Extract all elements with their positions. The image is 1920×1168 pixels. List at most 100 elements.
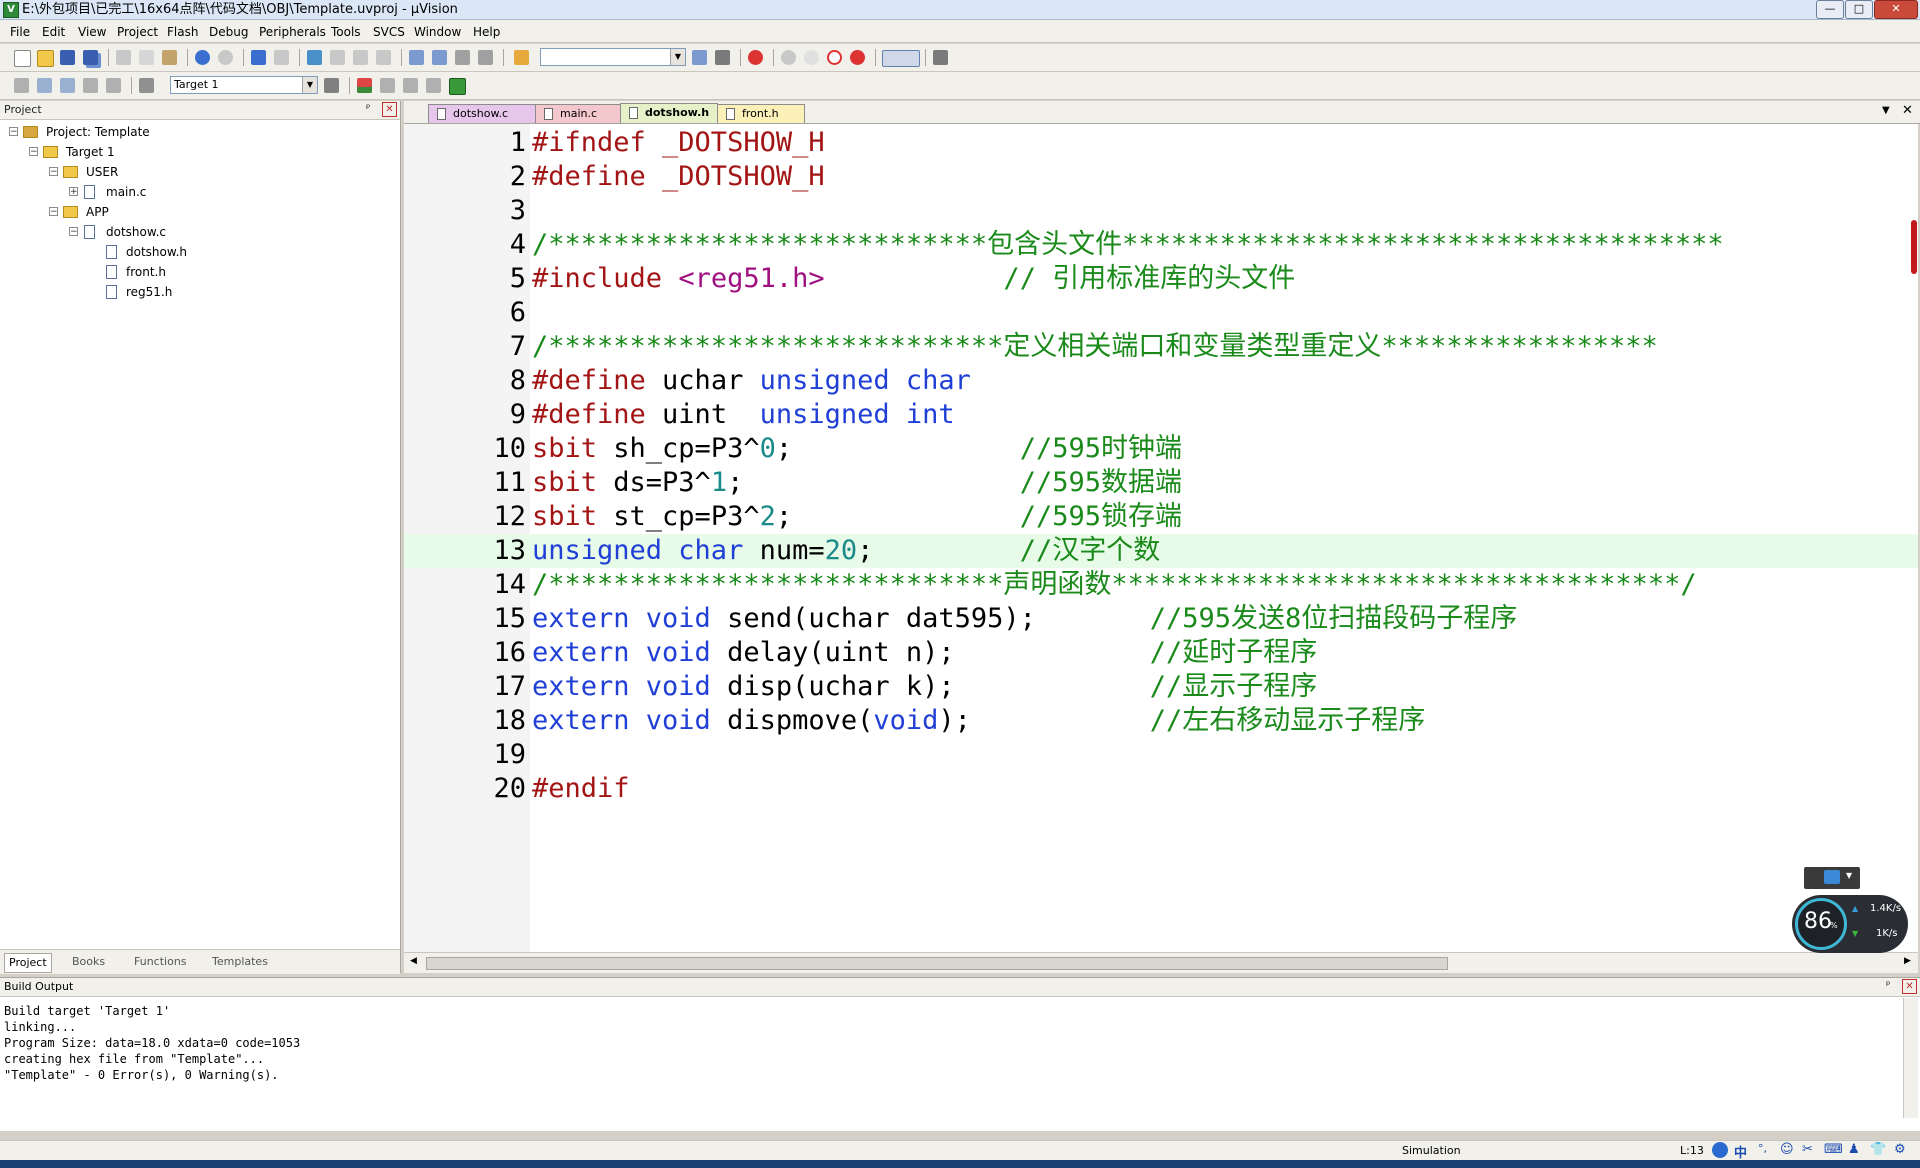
tab-dotshow-h[interactable]: dotshow.h [620, 103, 718, 123]
scroll-left-icon[interactable]: ◀ [410, 956, 417, 966]
pack-installer-icon[interactable] [449, 78, 466, 95]
code-line[interactable]: 8 #define uchar unsigned char [404, 364, 1918, 398]
code-editor[interactable]: 1 #ifndef _DOTSHOW_H 2 #define _DOTSHOW_H 3 4… [404, 124, 1918, 952]
widget-toolbar[interactable]: ▼ [1804, 867, 1860, 889]
menu-file[interactable]: File [10, 25, 30, 39]
menu-debug[interactable]: Debug [209, 25, 248, 39]
maximize-button[interactable]: □ [1845, 0, 1873, 19]
replace-icon[interactable] [715, 50, 730, 65]
close-icon[interactable]: ✕ [382, 102, 397, 117]
configure-icon[interactable] [933, 50, 948, 65]
tab-templates[interactable]: Templates [212, 953, 268, 971]
code-line[interactable]: 3 [404, 194, 1918, 228]
chevron-down-icon[interactable]: ▼ [302, 77, 317, 93]
code-line[interactable]: 1 #ifndef _DOTSHOW_H [404, 126, 1918, 160]
menu-peripherals[interactable]: Peripherals [259, 25, 326, 39]
next-bookmark-icon[interactable] [353, 50, 368, 65]
tab-list-icon[interactable]: ▼ [1882, 105, 1890, 116]
code-line[interactable]: 2 #define _DOTSHOW_H [404, 160, 1918, 194]
chevron-down-icon[interactable]: ▼ [670, 49, 685, 65]
settings-icon[interactable]: ⚙ [1894, 1142, 1906, 1157]
code-line[interactable]: 16 extern void delay(uint n); //延时子程序 [404, 636, 1918, 670]
network-monitor-widget[interactable]: ▼ 86 % ▲ 1.4K/s ▼ 1K/s [1792, 867, 1908, 953]
tab-front-h[interactable]: front.h [717, 104, 805, 123]
target-combo[interactable]: Target 1 ▼ [170, 76, 318, 94]
tab-functions[interactable]: Functions [134, 953, 187, 971]
emoji-icon[interactable]: ☺ [1780, 1142, 1794, 1157]
menu-edit[interactable]: Edit [42, 25, 65, 39]
code-line[interactable]: 12 sbit st_cp=P3^2; //595锁存端 [404, 500, 1918, 534]
stop-build-icon[interactable] [106, 78, 121, 93]
collapse-icon[interactable]: − [49, 207, 58, 217]
manage-components-icon[interactable] [357, 78, 372, 93]
tab-books[interactable]: Books [72, 953, 105, 971]
tab-main-c[interactable]: main.c [535, 104, 621, 123]
enable-breakpoint-icon[interactable] [804, 50, 819, 65]
menu-svcs[interactable]: SVCS [373, 25, 405, 39]
paste-icon[interactable] [162, 50, 177, 65]
new-file-icon[interactable] [14, 50, 31, 67]
rebuild-icon[interactable] [60, 78, 75, 93]
pin-icon[interactable]: ᵖ [1886, 980, 1890, 991]
open-folder-icon[interactable] [37, 50, 54, 67]
code-line[interactable]: 10 sbit sh_cp=P3^0; //595时钟端 [404, 432, 1918, 466]
nav-back-icon[interactable] [251, 50, 266, 65]
translate-icon[interactable] [14, 78, 29, 93]
expand-icon[interactable]: + [69, 187, 78, 197]
find-combo[interactable]: ▼ [540, 48, 686, 66]
window-layout-icon[interactable] [882, 50, 920, 67]
tab-project[interactable]: Project [4, 953, 52, 973]
collapse-icon[interactable]: − [9, 127, 18, 137]
target-options-icon[interactable] [324, 78, 339, 93]
ime-logo-icon[interactable] [1712, 1142, 1728, 1158]
code-line[interactable]: 17 extern void disp(uchar k); //显示子程序 [404, 670, 1918, 704]
comment-icon[interactable] [455, 50, 470, 65]
minimize-button[interactable]: — [1816, 0, 1844, 19]
tab-dotshow-c[interactable]: dotshow.c [428, 104, 536, 123]
user-icon[interactable]: ♟ [1848, 1142, 1860, 1157]
menu-help[interactable]: Help [473, 25, 500, 39]
redo-icon[interactable] [218, 50, 233, 65]
menu-project[interactable]: Project [117, 25, 158, 39]
undo-icon[interactable] [195, 50, 210, 65]
find-in-files-icon[interactable] [514, 50, 529, 65]
debug-session-icon[interactable] [748, 50, 763, 65]
code-line[interactable]: 5 #include <reg51.h> // 引用标准库的头文件 [404, 262, 1918, 296]
save-icon[interactable] [60, 50, 75, 65]
menu-view[interactable]: View [78, 25, 106, 39]
indent-icon[interactable] [409, 50, 424, 65]
find-icon[interactable] [692, 50, 707, 65]
menu-tools[interactable]: Tools [331, 25, 361, 39]
menu-window[interactable]: Window [414, 25, 461, 39]
breakpoint-icon[interactable] [781, 50, 796, 65]
disable-breakpoints-icon[interactable] [827, 50, 842, 65]
prev-bookmark-icon[interactable] [330, 50, 345, 65]
code-line[interactable]: 9 #define uint unsigned int [404, 398, 1918, 432]
code-line[interactable]: 4/***************************包含头文件******… [404, 228, 1918, 262]
menu-flash[interactable]: Flash [167, 25, 198, 39]
collapse-icon[interactable]: − [29, 147, 38, 157]
build-icon[interactable] [37, 78, 52, 93]
nav-forward-icon[interactable] [274, 50, 289, 65]
batch-build-icon[interactable] [83, 78, 98, 93]
screenshot-icon[interactable]: ✂ [1802, 1142, 1813, 1157]
save-all-icon[interactable] [83, 50, 98, 65]
ime-toolbar[interactable]: 中 °, ☺ ✂ ⌨ ♟ 👕 ⚙ [1708, 1142, 1918, 1161]
cut-icon[interactable] [116, 50, 131, 65]
close-tab-icon[interactable]: ✕ [1902, 103, 1913, 118]
horizontal-scrollbar[interactable]: ◀ ▶ [404, 952, 1918, 973]
download-icon[interactable] [139, 78, 154, 93]
code-line[interactable]: 6 [404, 296, 1918, 330]
code-line[interactable]: 18 extern void dispmove(void); //左右移动显示子程… [404, 704, 1918, 738]
pin-icon[interactable]: ᵖ [366, 103, 370, 114]
bookmark-icon[interactable] [307, 50, 322, 65]
scroll-right-icon[interactable]: ▶ [1904, 956, 1911, 966]
scrollbar-thumb[interactable] [426, 957, 1448, 970]
unindent-icon[interactable] [432, 50, 447, 65]
uncomment-icon[interactable] [478, 50, 493, 65]
vertical-scrollbar-thumb[interactable] [1911, 220, 1917, 274]
code-line[interactable]: 13 unsigned char num=20; //汉字个数 [404, 534, 1918, 568]
build-output-scrollbar[interactable] [1903, 998, 1918, 1118]
ime-chinese-mode[interactable]: 中 [1734, 1142, 1747, 1161]
code-line[interactable]: 14/****************************声明函数*****… [404, 568, 1918, 602]
